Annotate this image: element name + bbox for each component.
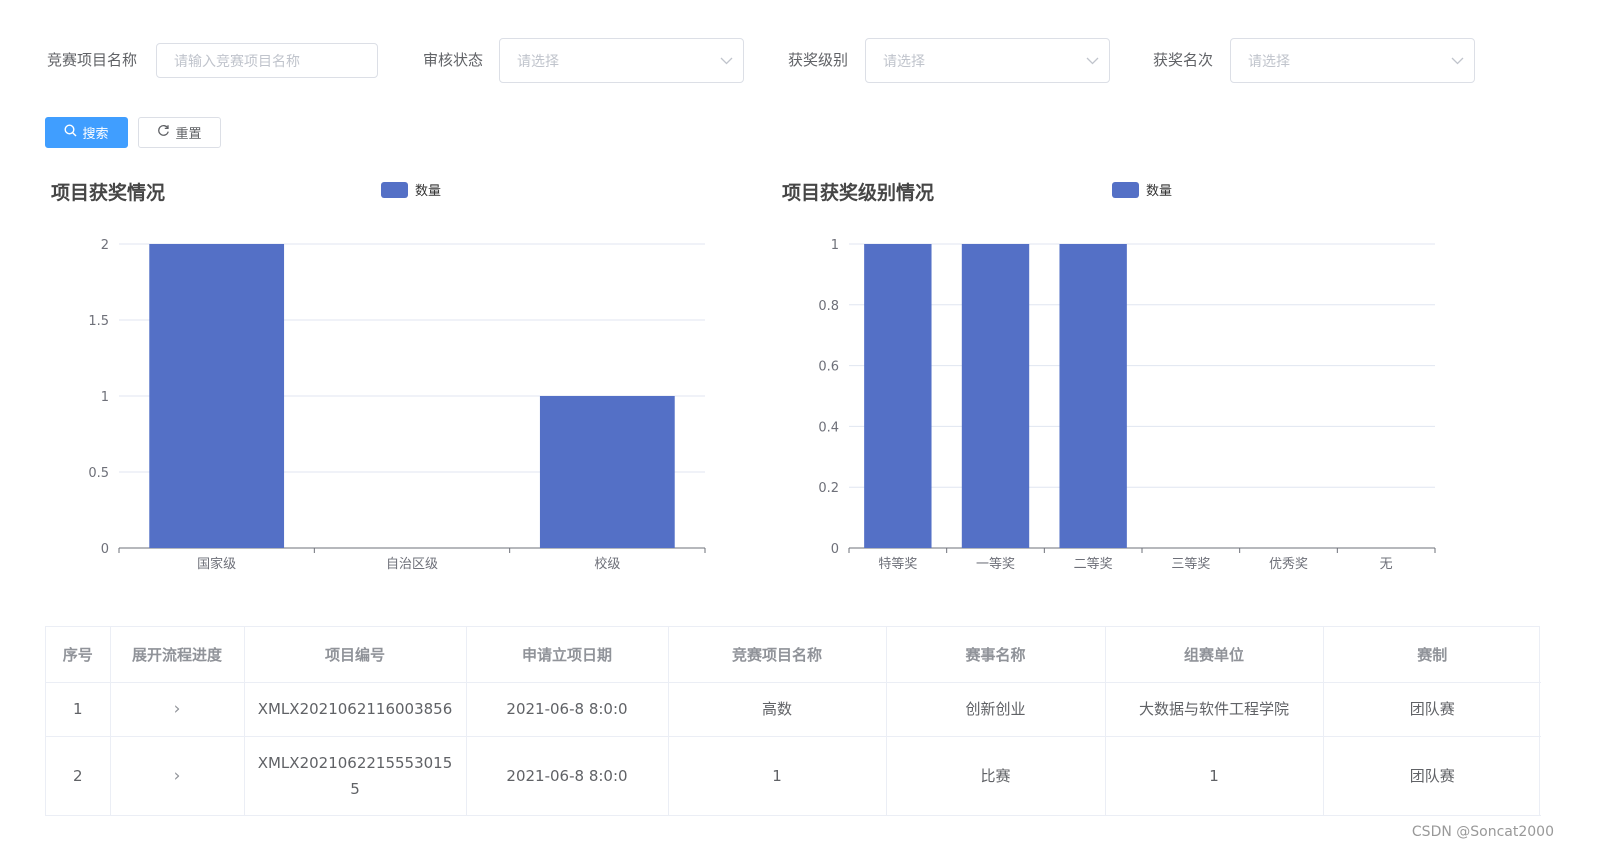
cell-index: 1: [46, 682, 111, 737]
legend-label: 数量: [415, 184, 442, 199]
data-table: 序号 展开流程进度 项目编号 申请立项日期 竞赛项目名称 赛事名称 组赛单位 赛…: [45, 626, 1541, 816]
chart-1-plot: 0 0.5 1 1.5 2 国家级 自治区级 校级: [88, 238, 706, 572]
review-status-placeholder: 请选择: [517, 53, 559, 70]
y-tick-label: 0: [831, 542, 839, 557]
column-header: 组赛单位: [1105, 627, 1324, 683]
expand-chevron-icon[interactable]: ›: [110, 736, 245, 816]
cell-index: 2: [46, 736, 111, 816]
y-tick-label: 0.8: [818, 299, 839, 314]
cell-project-name: 高数: [668, 682, 887, 737]
bar[interactable]: [149, 244, 285, 548]
chevron-down-icon: [709, 39, 743, 82]
cell-event-name: 比赛: [886, 736, 1106, 816]
chart-2-plot: 0 0.2 0.4 0.6 0.8 1 特等奖 一等奖 二等奖 三等奖 优秀奖 无: [818, 238, 1436, 572]
x-tick-label: 优秀奖: [1269, 557, 1308, 572]
cell-project-name: 1: [668, 736, 887, 816]
award-level-label: 获奖级别: [788, 51, 849, 69]
legend-label: 数量: [1146, 184, 1173, 199]
project-name-label: 竞赛项目名称: [47, 51, 138, 69]
review-status-select[interactable]: 请选择: [499, 38, 744, 83]
award-rank-label: 获奖名次: [1153, 51, 1214, 69]
x-tick-label: 校级: [594, 556, 620, 572]
y-tick-label: 1: [831, 238, 839, 253]
award-rank-placeholder: 请选择: [1248, 53, 1290, 70]
cell-project-no: XMLX2021062116003856: [244, 682, 467, 737]
column-header: 赛制: [1323, 627, 1541, 683]
chevron-down-icon: [1440, 39, 1474, 82]
award-level-select[interactable]: 请选择: [865, 38, 1110, 83]
cell-format: 团队赛: [1323, 682, 1541, 737]
y-tick-label: 0.4: [818, 420, 839, 435]
chart-1-title: 项目获奖情况: [51, 182, 166, 204]
search-button[interactable]: 搜索: [45, 117, 128, 148]
column-header: 项目编号: [244, 627, 467, 683]
x-tick-label: 三等奖: [1171, 556, 1210, 572]
x-tick-label: 特等奖: [878, 556, 917, 572]
reset-button-label: 重置: [175, 127, 202, 142]
y-tick-label: 1: [101, 390, 109, 405]
table-row[interactable]: 1 › XMLX2021062116003856 2021-06-8 8:0:0…: [46, 682, 1541, 737]
bar[interactable]: [1059, 244, 1127, 548]
project-name-placeholder: 请输入竞赛项目名称: [174, 53, 300, 70]
watermark: CSDN @Soncat2000: [1411, 824, 1554, 840]
bar[interactable]: [539, 396, 675, 548]
y-tick-label: 1.5: [88, 314, 109, 329]
search-icon: [64, 124, 77, 141]
cell-organizer: 1: [1105, 736, 1324, 816]
award-rank-select[interactable]: 请选择: [1230, 38, 1475, 83]
x-tick-label: 无: [1380, 557, 1393, 572]
x-tick-label: 二等奖: [1074, 556, 1113, 572]
legend-swatch: [1112, 181, 1139, 198]
cell-date: 2021-06-8 8:0:0: [466, 736, 669, 816]
column-header: 赛事名称: [886, 627, 1106, 683]
cell-event-name: 创新创业: [886, 682, 1106, 737]
column-header: 展开流程进度: [110, 627, 245, 683]
y-tick-label: 0.2: [818, 481, 839, 496]
x-tick-label: 国家级: [197, 556, 236, 572]
y-tick-label: 2: [101, 238, 109, 253]
refresh-icon: [157, 124, 170, 141]
table-header-row: 序号 展开流程进度 项目编号 申请立项日期 竞赛项目名称 赛事名称 组赛单位 赛…: [46, 627, 1541, 683]
expand-chevron-icon[interactable]: ›: [110, 682, 245, 737]
column-header: 序号: [46, 627, 111, 683]
y-tick-label: 0: [101, 542, 109, 557]
chevron-down-icon: [1075, 39, 1109, 82]
project-name-input[interactable]: 请输入竞赛项目名称: [156, 43, 378, 78]
cell-project-no: XMLX20210622155530155: [244, 736, 467, 816]
cell-organizer: 大数据与软件工程学院: [1105, 682, 1324, 737]
chart-1-legend[interactable]: 数量: [381, 180, 441, 199]
chart-2-title: 项目获奖级别情况: [782, 182, 935, 204]
reset-button[interactable]: 重置: [138, 117, 221, 148]
column-header: 申请立项日期: [466, 627, 669, 683]
award-level-placeholder: 请选择: [883, 53, 925, 70]
x-tick-label: 自治区级: [386, 557, 438, 572]
table-row[interactable]: 2 › XMLX20210622155530155 2021-06-8 8:0:…: [46, 736, 1541, 816]
review-status-label: 审核状态: [423, 51, 484, 69]
legend-swatch: [381, 181, 408, 198]
chart-2-legend[interactable]: 数量: [1112, 180, 1172, 199]
cell-date: 2021-06-8 8:0:0: [466, 682, 669, 737]
x-tick-label: 一等奖: [976, 556, 1015, 572]
search-button-label: 搜索: [82, 127, 109, 142]
column-header: 竞赛项目名称: [668, 627, 887, 683]
bar[interactable]: [961, 244, 1030, 548]
y-tick-label: 0.5: [88, 466, 109, 481]
cell-format: 团队赛: [1323, 736, 1541, 816]
y-tick-label: 0.6: [818, 360, 839, 375]
bar[interactable]: [864, 244, 932, 548]
page: 竞赛项目名称 请输入竞赛项目名称 审核状态 请选择 获奖级别 请选择 获奖名次 …: [0, 0, 1598, 862]
